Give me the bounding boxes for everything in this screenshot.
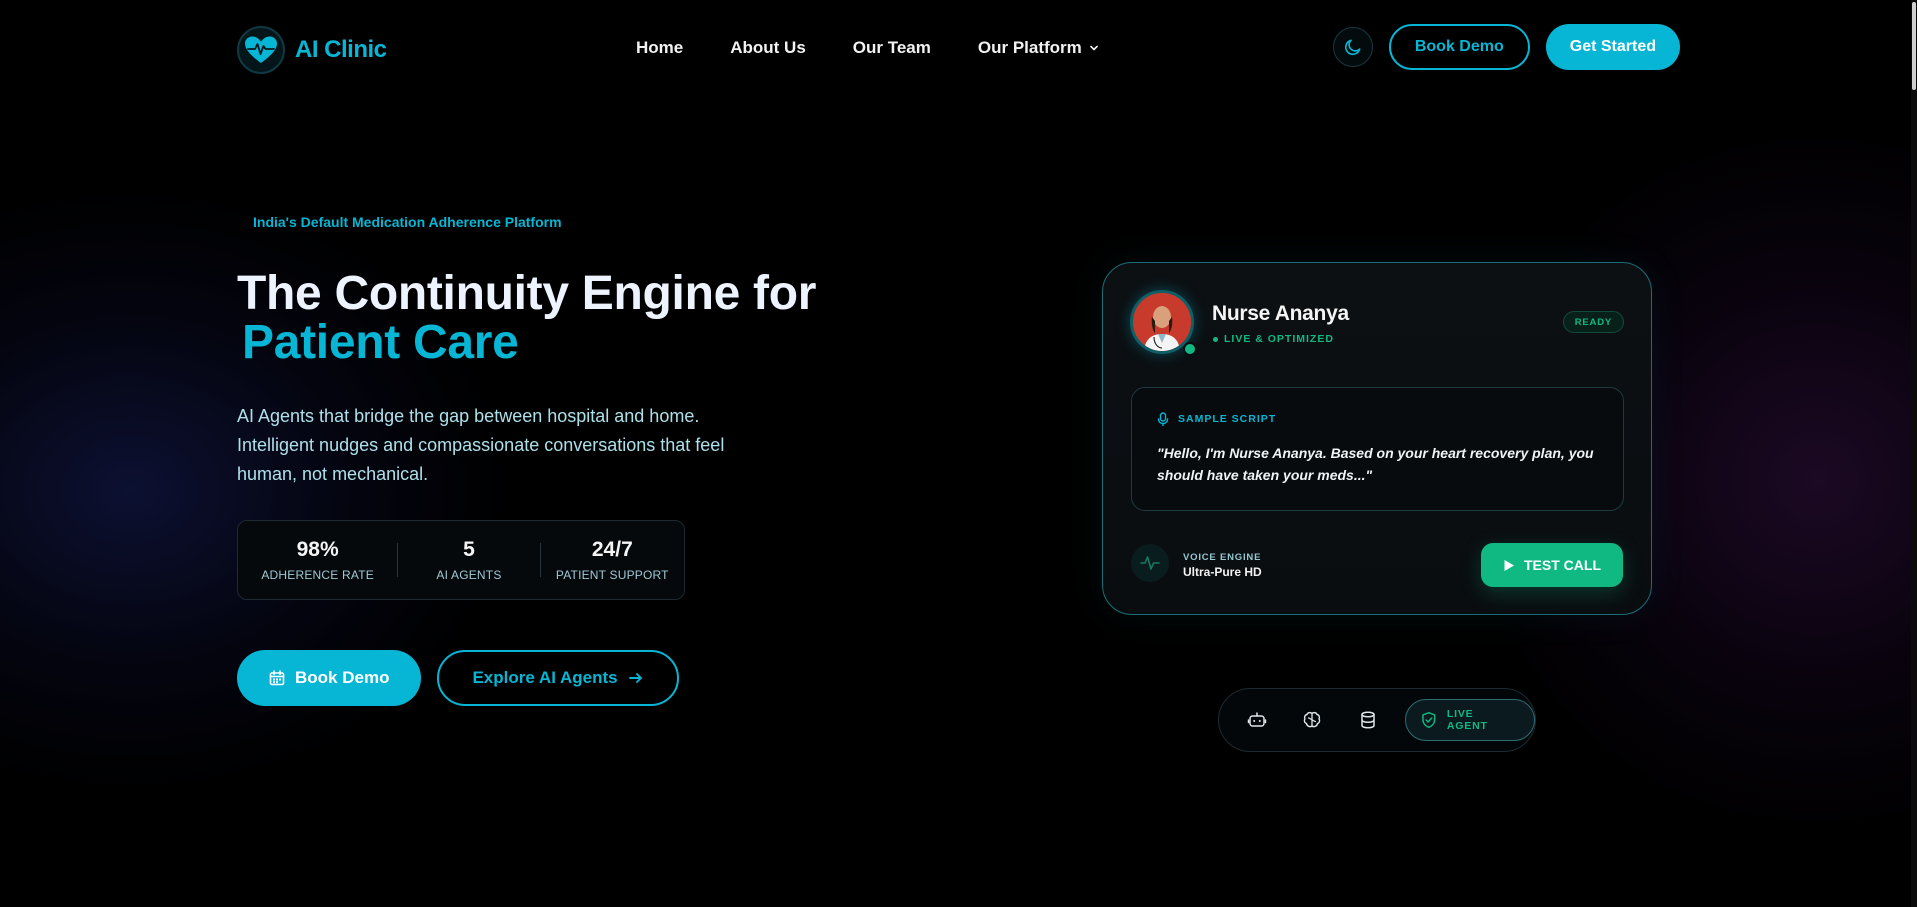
hero-cta-row: Book Demo Explore AI Agents [237, 650, 679, 706]
stat-label: ADHERENCE RATE [261, 568, 374, 582]
chevron-down-icon [1089, 45, 1098, 51]
agent-tab-bar: LIVE AGENT [1218, 688, 1536, 752]
nav-link-our-team[interactable]: Our Team [853, 38, 931, 58]
stat-label: PATIENT SUPPORT [555, 568, 669, 582]
hero-eyebrow: India's Default Medication Adherence Pla… [253, 214, 562, 230]
stat-ai-agents: 5 AI AGENTS [398, 538, 539, 582]
top-navigation: AI Clinic Home About Us Our Team Our Pla… [0, 0, 1917, 98]
hero-title-line1: The Continuity Engine for [237, 267, 817, 320]
online-status-dot [1183, 342, 1197, 356]
agent-status: LIVE & OPTIMIZED [1213, 333, 1334, 345]
nav-link-label: Our Platform [977, 38, 1082, 57]
explore-ai-agents-button[interactable]: Explore AI Agents [437, 650, 679, 706]
stat-adherence: 98% ADHERENCE RATE [238, 538, 397, 582]
sample-script-header: SAMPLE SCRIPT [1156, 412, 1276, 426]
nav-link-about-us[interactable]: About Us [730, 38, 806, 58]
arrow-right-icon [628, 673, 642, 683]
nav-link-label: About Us [730, 38, 806, 57]
play-icon [1504, 559, 1514, 571]
agent-name: Nurse Ananya [1212, 302, 1349, 325]
ready-badge: READY [1562, 311, 1624, 333]
moon-icon [1344, 39, 1361, 56]
agent-card: Nurse Ananya LIVE & OPTIMIZED READY SAMP… [1102, 262, 1652, 615]
hero-book-demo-button[interactable]: Book Demo [237, 650, 422, 706]
book-demo-button[interactable]: Book Demo [1388, 24, 1530, 70]
hero-book-demo-label: Book Demo [295, 668, 390, 687]
agent-status-label: LIVE & OPTIMIZED [1224, 333, 1334, 345]
explore-ai-agents-label: Explore AI Agents [472, 668, 618, 687]
status-dot [1213, 336, 1218, 342]
stat-label: AI AGENTS [436, 568, 502, 582]
stat-value: 5 [463, 538, 475, 561]
nav-link-label: Our Team [852, 38, 931, 57]
voice-engine-label: VOICE ENGINE [1183, 552, 1262, 563]
stats-panel: 98% ADHERENCE RATE 5 AI AGENTS 24/7 PATI… [237, 520, 685, 600]
brand-name: AI Clinic [295, 36, 387, 63]
page-scrollbar[interactable] [1911, 0, 1917, 907]
sample-script-box: SAMPLE SCRIPT "Hello, I'm Nurse Ananya. … [1131, 387, 1624, 511]
stat-patient-support: 24/7 PATIENT SUPPORT [541, 538, 684, 582]
live-agent-tab[interactable]: LIVE AGENT [1405, 699, 1535, 741]
nav-links: Home About Us Our Team Our Platform [636, 38, 1100, 58]
sample-script-text: "Hello, I'm Nurse Ananya. Based on your … [1157, 445, 1594, 483]
sample-script-label: SAMPLE SCRIPT [1178, 413, 1277, 425]
nav-actions: Book Demo Get Started [1332, 24, 1680, 70]
hero-title-accent: Patient Care [242, 316, 519, 369]
brand-logo[interactable]: AI Clinic [237, 26, 387, 74]
activity-icon [1131, 544, 1169, 582]
get-started-button[interactable]: Get Started [1545, 24, 1680, 70]
hero-title: The Continuity Engine for Patient Care [237, 270, 816, 367]
bot-icon[interactable] [1243, 706, 1270, 734]
stat-value: 24/7 [591, 538, 633, 561]
brain-icon[interactable] [1298, 706, 1325, 734]
theme-toggle-button[interactable] [1332, 27, 1373, 67]
heart-pulse-icon [237, 26, 285, 74]
shield-check-icon [1422, 711, 1436, 729]
test-call-button[interactable]: TEST CALL [1481, 543, 1623, 587]
stat-value: 98% [296, 538, 339, 561]
nav-link-home[interactable]: Home [636, 38, 683, 58]
voice-engine-value: Ultra-Pure HD [1183, 565, 1262, 579]
nav-link-label: Home [636, 38, 684, 57]
database-icon[interactable] [1354, 706, 1381, 734]
microphone-icon [1157, 412, 1169, 426]
test-call-label: TEST CALL [1524, 557, 1601, 573]
calendar-icon [269, 670, 285, 686]
live-agent-label: LIVE AGENT [1446, 708, 1488, 732]
nav-link-our-platform[interactable]: Our Platform [978, 38, 1100, 58]
hero-subtitle: AI Agents that bridge the gap between ho… [237, 406, 725, 484]
